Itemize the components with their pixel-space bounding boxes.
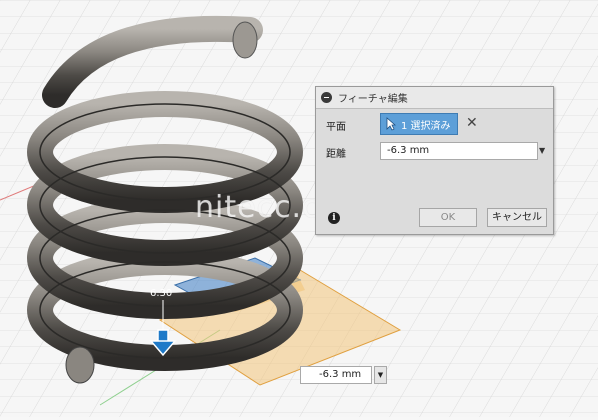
- selection-count: 1 選択済み: [401, 120, 451, 132]
- distance-label: 距離: [326, 149, 346, 160]
- cancel-button[interactable]: キャンセル: [487, 208, 547, 227]
- ok-button[interactable]: OK: [419, 208, 477, 227]
- dimension-label: 6.30: [150, 288, 173, 299]
- info-icon[interactable]: i: [328, 212, 340, 224]
- collapse-icon[interactable]: [321, 92, 332, 103]
- floating-distance-dropdown-icon[interactable]: ▼: [374, 366, 387, 384]
- edit-feature-dialog: フィーチャ編集 平面 1 選択済み ✕ 距離 -6.3 mm ▼ i OK キャ…: [315, 86, 554, 235]
- cursor-arrow-icon: [386, 117, 396, 131]
- distance-input[interactable]: -6.3 mm: [380, 142, 538, 160]
- distance-dropdown-icon[interactable]: ▼: [539, 146, 545, 155]
- dialog-title: フィーチャ編集: [338, 94, 408, 105]
- plane-select-button[interactable]: 1 選択済み: [380, 113, 458, 135]
- clear-selection-icon[interactable]: ✕: [466, 116, 478, 130]
- plane-label: 平面: [326, 122, 346, 133]
- dialog-header[interactable]: フィーチャ編集: [316, 87, 553, 109]
- floating-distance-input[interactable]: -6.3 mm: [300, 366, 372, 384]
